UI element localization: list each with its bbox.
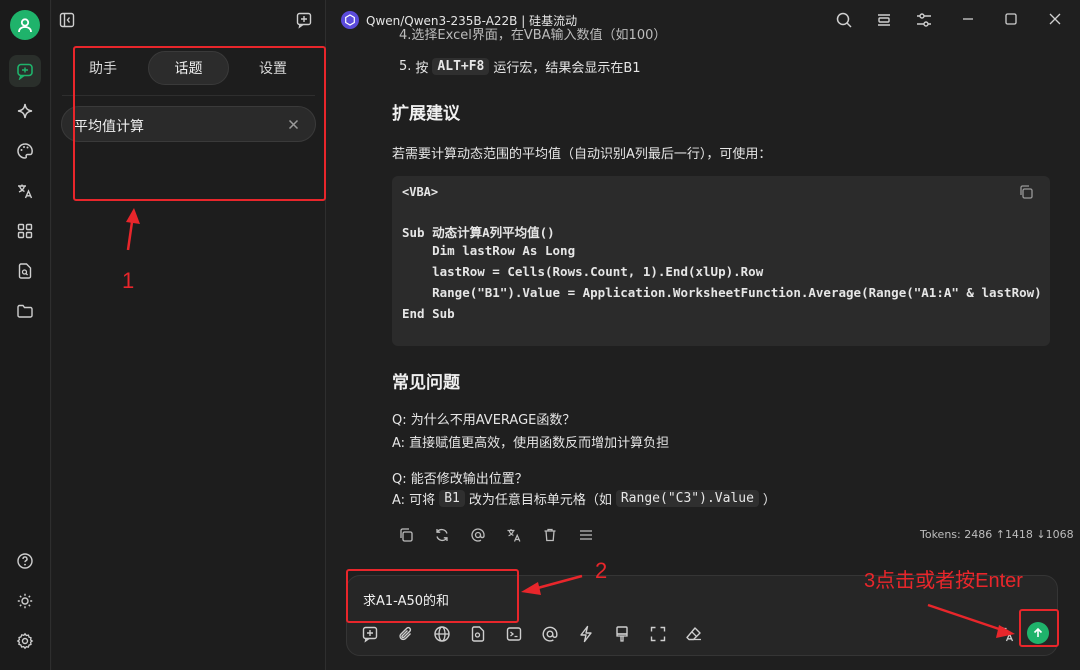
settings-slider-icon[interactable]	[915, 11, 933, 29]
expand-icon[interactable]	[649, 625, 667, 643]
message-content: 4.选择Excel界面，在VBA输入数值（如100） 5. 按 ALT+F8 运…	[327, 28, 1080, 546]
list-text: 按	[415, 61, 429, 76]
annotation-label-1: 1	[122, 268, 135, 293]
copy-message-icon[interactable]	[398, 527, 414, 543]
list-text: 运行宏，结果会显示在B1	[493, 61, 641, 76]
paragraph: 若需要计算动态范围的平均值（自动识别A列最后一行），可使用：	[392, 147, 772, 162]
sparkle-icon[interactable]	[9, 95, 41, 127]
knowledge-base-icon[interactable]	[469, 625, 487, 643]
apps-grid-icon[interactable]	[9, 215, 41, 247]
code-line: Sub 动态计算A列平均值()	[402, 225, 555, 240]
chat-icon[interactable]	[9, 55, 41, 87]
annotation-label-3: 3点击或者按Enter	[864, 570, 1023, 592]
new-topic-icon[interactable]	[361, 625, 379, 643]
minimize-icon[interactable]	[960, 11, 976, 27]
regenerate-icon[interactable]	[434, 527, 450, 543]
translate-icon[interactable]	[9, 175, 41, 207]
faq-question: Q: 为什么不用AVERAGE函数？	[392, 413, 576, 428]
token-count: Tokens: 2486 ↑1418 ↓1068	[920, 528, 1074, 541]
theme-toggle-icon[interactable]	[9, 585, 41, 617]
faq-answer: A: 可将 B1 改为任意目标单元格（如 Range("C3").Value ）	[392, 489, 776, 508]
terminal-icon[interactable]	[505, 625, 523, 643]
close-window-icon[interactable]	[1047, 11, 1063, 27]
mention-model-icon[interactable]	[541, 625, 559, 643]
collapse-sidebar-icon[interactable]	[58, 11, 76, 29]
settings-gear-icon[interactable]	[9, 625, 41, 657]
code-line: lastRow = Cells(Rows.Count, 1).End(xlUp)…	[402, 264, 764, 279]
layout-toggle-icon[interactable]	[875, 11, 893, 29]
lightning-icon[interactable]	[577, 625, 595, 643]
annotation-box-input	[346, 569, 519, 623]
inline-code: ALT+F8	[432, 58, 490, 75]
copy-icon[interactable]	[1018, 184, 1034, 200]
inline-code: Range("C3").Value	[615, 490, 759, 507]
answer-text: 改为任意目标单元格（如	[468, 493, 612, 508]
code-language: <VBA>	[402, 185, 439, 199]
eraser-icon[interactable]	[685, 625, 703, 643]
list-item-step5: 5. 按 ALT+F8 运行宏，结果会显示在B1	[399, 57, 641, 76]
answer-text: ）	[762, 493, 776, 508]
maximize-icon[interactable]	[1003, 11, 1019, 27]
cut-off-list-item: 4.选择Excel界面，在VBA输入数值（如100）	[399, 28, 667, 43]
annotation-label-2: 2	[595, 558, 608, 583]
icon-rail	[0, 0, 51, 670]
faq-answer: A: 直接赋值更高效，使用函数反而增加计算负担	[392, 436, 670, 451]
model-logo-icon	[341, 11, 359, 29]
section-heading: 扩展建议	[392, 104, 460, 124]
help-icon[interactable]	[9, 545, 41, 577]
model-title[interactable]: Qwen/Qwen3-235B-A22B | 硅基流动	[366, 12, 577, 29]
palette-icon[interactable]	[9, 135, 41, 167]
annotation-box-send	[1019, 609, 1059, 647]
code-block: <VBA> Sub 动态计算A列平均值() Dim lastRow As Lon…	[392, 176, 1050, 346]
answer-text: A: 可将	[392, 493, 436, 508]
section-heading: 常见问题	[392, 373, 460, 393]
new-topic-icon[interactable]	[295, 11, 313, 29]
translate-icon[interactable]	[506, 527, 522, 543]
trash-icon[interactable]	[542, 527, 558, 543]
file-search-icon[interactable]	[9, 255, 41, 287]
attachment-icon[interactable]	[397, 625, 415, 643]
mention-icon[interactable]	[470, 527, 486, 543]
faq-question: Q: 能否修改输出位置？	[392, 472, 528, 487]
translate-input-icon[interactable]	[997, 625, 1015, 643]
search-icon[interactable]	[835, 11, 853, 29]
folder-icon[interactable]	[9, 295, 41, 327]
code-line: Dim lastRow As Long	[402, 243, 576, 258]
web-search-icon[interactable]	[433, 625, 451, 643]
avatar[interactable]	[10, 10, 40, 40]
menu-icon[interactable]	[578, 527, 594, 543]
annotation-box-sidebar	[73, 46, 326, 201]
list-number: 5.	[399, 59, 412, 74]
brush-icon[interactable]	[613, 625, 631, 643]
inline-code: B1	[439, 490, 465, 507]
code-line: Range("B1").Value = Application.Workshee…	[402, 285, 1042, 300]
code-line: End Sub	[402, 306, 455, 321]
